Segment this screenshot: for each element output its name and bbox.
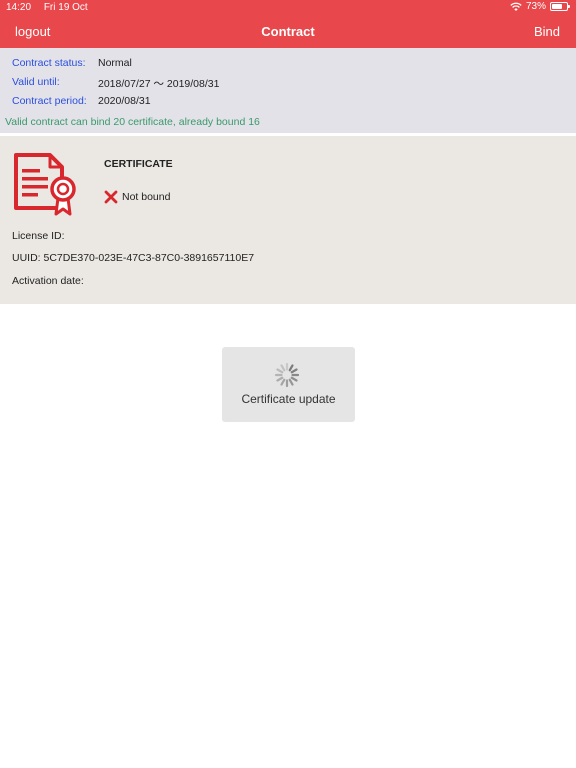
certificate-icon: [14, 153, 76, 216]
battery-icon: [550, 2, 570, 11]
spinner-spoke: [280, 378, 286, 386]
spinner-spoke: [290, 368, 298, 374]
battery-cap: [568, 5, 570, 8]
page-title: Contract: [261, 24, 315, 39]
bind-state-text: Not bound: [122, 191, 171, 203]
uuid: UUID: 5C7DE370-023E-47C3-87C0-3891657110…: [12, 252, 255, 264]
contract-period-label: Contract period:: [12, 95, 87, 107]
contract-status-value: Normal: [98, 57, 132, 69]
valid-until-value: 2018/07/27 ～ 2019/08/31: [98, 78, 220, 90]
spinner-spoke: [288, 378, 294, 386]
binding-quota-note: Valid contract can bind 20 certificate, …: [5, 116, 260, 128]
status-time-date: 14:20 Fri 19 Oct: [6, 2, 88, 13]
status-date: Fri 19 Oct: [43, 2, 88, 13]
activation-date: Activation date:: [12, 275, 84, 287]
certificate-title: CERTIFICATE: [104, 158, 173, 170]
spinner-spoke: [290, 376, 298, 382]
page-title-bar: Contract: [0, 24, 576, 39]
logout-button[interactable]: logout: [15, 24, 50, 39]
contract-info-panel: Contract status: Normal Valid until: 201…: [0, 48, 576, 133]
spinner-spoke: [276, 376, 284, 382]
valid-until-label: Valid until:: [12, 76, 60, 88]
status-bar: 14:20 Fri 19 Oct 73%: [0, 0, 576, 15]
certificate-update-label: Certificate update: [241, 392, 336, 406]
spinner-spoke: [288, 364, 294, 372]
status-indicators: 73%: [510, 1, 570, 12]
x-icon: [104, 190, 118, 204]
contract-period-value: 2020/08/31: [98, 95, 151, 107]
certificate-panel: CERTIFICATE Not bound License ID: UUID: …: [0, 136, 576, 304]
wifi-icon: [510, 2, 522, 11]
contract-status-label: Contract status:: [12, 57, 86, 69]
bind-button[interactable]: Bind: [534, 24, 560, 39]
spinner-spoke: [276, 368, 284, 374]
license-id: License ID:: [12, 230, 65, 242]
battery-fill: [552, 4, 563, 9]
spinner-spoke: [280, 364, 286, 372]
spinner-icon: [274, 362, 300, 388]
app-window: 14:20 Fri 19 Oct 73% logout Contract Bin…: [0, 0, 576, 768]
battery-percent: 73%: [525, 1, 546, 12]
app-header: 14:20 Fri 19 Oct 73% logout Contract Bin…: [0, 0, 576, 48]
status-time: 14:20: [6, 2, 32, 13]
bind-state: Not bound: [104, 190, 170, 204]
